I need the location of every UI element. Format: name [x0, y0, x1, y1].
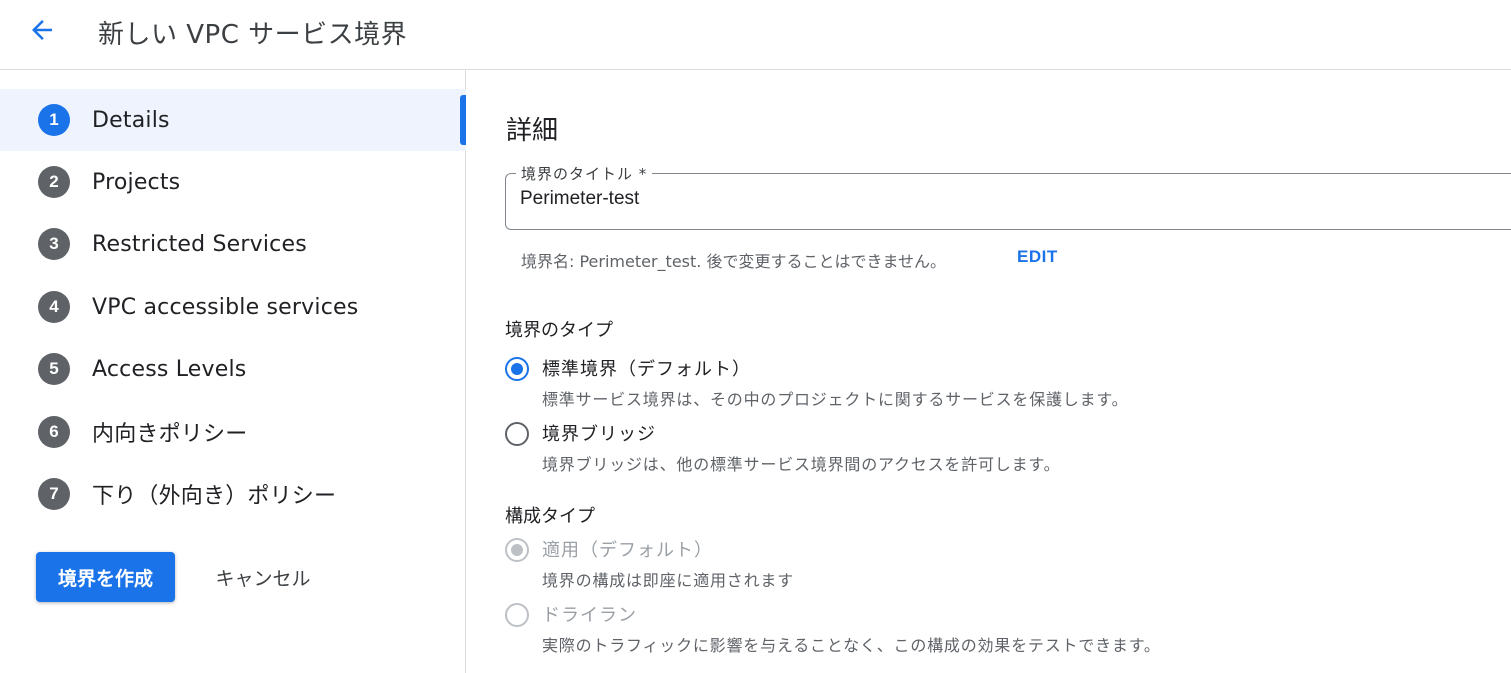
- step-projects[interactable]: 2 Projects: [0, 151, 466, 213]
- radio-dry-run[interactable]: [505, 603, 529, 627]
- step-access-levels[interactable]: 5 Access Levels: [0, 338, 466, 400]
- radio-perimeter-bridge[interactable]: [505, 422, 529, 446]
- enforced-description: 境界の構成は即座に適用されます: [542, 571, 795, 590]
- edit-name-button[interactable]: EDIT: [1017, 247, 1058, 267]
- step-egress-policy[interactable]: 7 下り（外向き）ポリシー: [0, 463, 466, 525]
- perimeter-name-hint: 境界名: Perimeter_test. 後で変更することはできません。: [521, 252, 946, 271]
- section-title: 詳細: [506, 116, 559, 146]
- create-perimeter-button[interactable]: 境界を作成: [36, 552, 175, 602]
- dry-run-description: 実際のトラフィックに影響を与えることなく、この構成の効果をテストできます。: [542, 636, 1161, 655]
- back-button[interactable]: [24, 12, 60, 48]
- step-label: 内向きポリシー: [92, 422, 248, 447]
- step-number: 6: [38, 416, 70, 448]
- page-title: 新しい VPC サービス境界: [98, 20, 408, 50]
- step-number: 7: [38, 478, 70, 510]
- perimeter-bridge-description: 境界ブリッジは、他の標準サービス境界間のアクセスを許可します。: [542, 455, 1061, 474]
- perimeter-title-input[interactable]: [520, 188, 1500, 210]
- perimeter-title-field: 境界のタイトル *: [505, 163, 1511, 230]
- radio-standard-perimeter[interactable]: [505, 357, 529, 381]
- details-panel: 詳細 境界のタイトル * 境界名: Perimeter_test. 後で変更する…: [467, 70, 1511, 673]
- standard-perimeter-description: 標準サービス境界は、その中のプロジェクトに関するサービスを保護します。: [542, 390, 1129, 409]
- stepper-sidebar: 1 Details 2 Projects 3 Restricted Servic…: [0, 70, 466, 673]
- step-number: 5: [38, 353, 70, 385]
- perimeter-title-label: 境界のタイトル *: [516, 163, 653, 184]
- radio-enforced[interactable]: [505, 538, 529, 562]
- step-details[interactable]: 1 Details: [0, 89, 466, 151]
- standard-perimeter-label: 標準境界（デフォルト）: [542, 359, 751, 380]
- step-label: 下り（外向き）ポリシー: [92, 484, 337, 509]
- step-label: Details: [92, 107, 170, 133]
- perimeter-type-title: 境界のタイプ: [505, 320, 613, 341]
- step-restricted-services[interactable]: 3 Restricted Services: [0, 213, 466, 275]
- step-label: Projects: [92, 169, 181, 195]
- step-number: 3: [38, 228, 70, 260]
- step-ingress-policy[interactable]: 6 内向きポリシー: [0, 401, 466, 463]
- step-label: VPC accessible services: [92, 294, 359, 320]
- cancel-button[interactable]: キャンセル: [200, 552, 326, 602]
- arrow-back-icon: [32, 20, 52, 40]
- enforced-label: 適用（デフォルト）: [542, 540, 713, 561]
- perimeter-bridge-label: 境界ブリッジ: [542, 424, 656, 445]
- step-number: 4: [38, 291, 70, 323]
- step-number: 2: [38, 166, 70, 198]
- step-vpc-accessible-services[interactable]: 4 VPC accessible services: [0, 276, 466, 338]
- step-number: 1: [38, 104, 70, 136]
- page-header: 新しい VPC サービス境界: [0, 0, 1511, 70]
- step-label: Restricted Services: [92, 231, 307, 257]
- dry-run-label: ドライラン: [542, 605, 637, 626]
- step-label: Access Levels: [92, 356, 247, 382]
- config-type-title: 構成タイプ: [505, 506, 595, 527]
